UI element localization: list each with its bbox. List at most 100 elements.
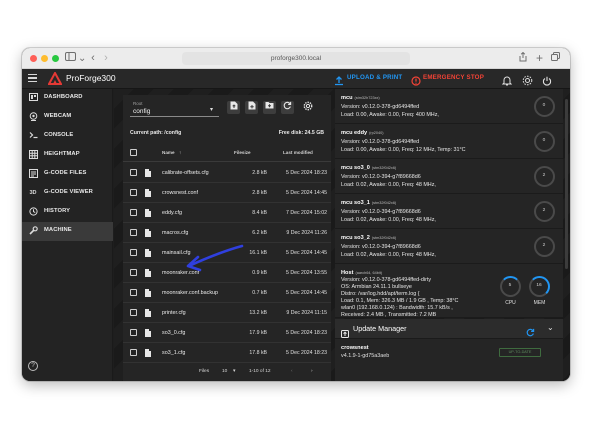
previous-page-icon[interactable]: ‹ bbox=[291, 369, 293, 374]
sidebar-item-webcam[interactable]: WEBCAM bbox=[22, 108, 113, 127]
update-item-name: crowsnest bbox=[341, 345, 369, 351]
menu-icon[interactable] bbox=[28, 74, 37, 83]
update-manager-title: Update Manager bbox=[353, 324, 407, 333]
select-all-checkbox[interactable] bbox=[130, 149, 137, 156]
minimize-window-button[interactable] bbox=[41, 55, 48, 62]
mcu-chip: (rp2040) bbox=[369, 131, 384, 135]
sort-asc-icon[interactable]: ↑ bbox=[179, 150, 181, 155]
files-per-page-select[interactable]: 10 bbox=[222, 369, 227, 374]
row-checkbox[interactable] bbox=[130, 249, 137, 256]
column-filesize[interactable]: Filesize bbox=[234, 150, 251, 155]
file-row[interactable]: printer.cfg 13.2 kB 9 Dec 2024 11:15 bbox=[123, 303, 331, 323]
column-name[interactable]: Name bbox=[162, 150, 175, 155]
chevron-down-icon[interactable]: ▾ bbox=[233, 369, 235, 374]
file-row[interactable]: macros.cfg 6.2 kB 9 Dec 2024 11:26 bbox=[123, 223, 331, 243]
row-checkbox[interactable] bbox=[130, 169, 137, 176]
mcu-load-value: 0 bbox=[542, 138, 546, 143]
folder-plus-icon bbox=[265, 102, 274, 109]
sidebar-toggle-icon[interactable] bbox=[64, 52, 76, 65]
scrollbar[interactable] bbox=[565, 99, 568, 269]
refresh-icon[interactable] bbox=[526, 324, 535, 342]
mcu-title: mcu (stm32h723xx) bbox=[341, 95, 380, 101]
file-row[interactable]: crowsnest.conf 2.8 kB 5 Dec 2024 14:45 bbox=[123, 183, 331, 203]
file-row[interactable]: eddy.cfg 8.4 kB 7 Dec 2024 15:02 bbox=[123, 203, 331, 223]
sidebar-item-dashboard[interactable]: DASHBOARD bbox=[22, 89, 113, 108]
file-icon bbox=[145, 189, 151, 197]
host-line: Load: 0.1, Mem: 326.3 MB / 1.9 GB , Temp… bbox=[341, 298, 459, 304]
row-checkbox[interactable] bbox=[130, 209, 137, 216]
console-icon bbox=[28, 131, 38, 141]
row-checkbox[interactable] bbox=[130, 309, 137, 316]
sidebar-item-console[interactable]: CONSOLE bbox=[22, 127, 113, 146]
file-row[interactable]: so3_1.cfg 17.8 kB 5 Dec 2024 18:23 bbox=[123, 343, 331, 363]
sidebar-item-gcode-files[interactable]: G-CODE FILES bbox=[22, 165, 113, 184]
sidebar-item-label: DASHBOARD bbox=[44, 94, 83, 100]
mcu-load-gauge: 2 bbox=[534, 201, 555, 222]
refresh-button[interactable] bbox=[281, 101, 294, 114]
mcu-load-gauge: 0 bbox=[534, 96, 555, 117]
file-row[interactable]: so3_0.cfg 17.9 kB 5 Dec 2024 18:23 bbox=[123, 323, 331, 343]
file-table-header: Name ↑ Filesize Last modified bbox=[123, 143, 331, 162]
row-checkbox[interactable] bbox=[130, 329, 137, 336]
emergency-stop-button[interactable]: EMERGENCY STOP bbox=[423, 74, 484, 81]
file-row[interactable]: moonraker.conf.backup 0.7 kB 5 Dec 2024 14… bbox=[123, 283, 331, 303]
root-select-label: Root bbox=[133, 101, 143, 106]
row-checkbox[interactable] bbox=[130, 289, 137, 296]
emergency-stop-icon[interactable] bbox=[411, 73, 422, 86]
root-select[interactable]: Root config ▾ bbox=[130, 100, 219, 117]
create-file-button[interactable] bbox=[245, 101, 258, 114]
sidebar-item-machine[interactable]: MACHINE bbox=[22, 222, 113, 241]
settings-button[interactable] bbox=[301, 101, 314, 114]
host-line: wlan0 (192.168.0.124) : Bandwidth: 15.7 … bbox=[341, 305, 453, 311]
row-checkbox[interactable] bbox=[130, 229, 137, 236]
zoom-window-button[interactable] bbox=[52, 55, 59, 62]
help-icon[interactable]: ? bbox=[28, 361, 38, 371]
host-line: Version: v0.12.0-378-gd6494ffed-dirty bbox=[341, 277, 432, 283]
chevron-down-icon[interactable]: ⌄ bbox=[78, 52, 86, 65]
file-icon bbox=[145, 349, 151, 357]
sidebar-item-gcode-viewer[interactable]: 3D G-CODE VIEWER bbox=[22, 184, 113, 203]
file-manager-panel: Root config ▾ Current path: /config Free… bbox=[123, 95, 331, 381]
webcam-icon bbox=[28, 112, 38, 122]
row-checkbox[interactable] bbox=[130, 269, 137, 276]
mcu-load: Load: 0.02, Awake: 0.00, Freq: 48 MHz, bbox=[341, 252, 436, 258]
bell-icon[interactable] bbox=[501, 73, 513, 86]
mcu-load: Load: 0.00, Awake: 0.00, Freq: 400 MHz, bbox=[341, 112, 439, 118]
row-checkbox[interactable] bbox=[130, 189, 137, 196]
upload-print-button[interactable]: UPLOAD & PRINT bbox=[347, 74, 402, 81]
free-disk: Free disk: 24.5 GB bbox=[278, 130, 324, 136]
sidebar-item-label: MACHINE bbox=[44, 227, 72, 233]
column-last-modified[interactable]: Last modified bbox=[283, 150, 313, 155]
file-size: 6.2 kB bbox=[252, 230, 267, 236]
file-row[interactable]: calibrate-offsets.cfg 2.8 kB 5 Dec 2024 18… bbox=[123, 163, 331, 183]
tab-overview-icon[interactable] bbox=[550, 52, 560, 65]
host-card: Host (aarch64, 64bit) Version: v0.12.0-37… bbox=[335, 264, 563, 318]
sidebar-item-heightmap[interactable]: HEIGHTMAP bbox=[22, 146, 113, 165]
sidebar-item-history[interactable]: HISTORY bbox=[22, 203, 113, 222]
address-bar[interactable]: proforge300.local bbox=[182, 52, 410, 65]
share-icon[interactable] bbox=[518, 51, 527, 65]
power-icon[interactable] bbox=[542, 73, 553, 86]
upload-file-button[interactable] bbox=[227, 101, 240, 114]
row-checkbox[interactable] bbox=[130, 349, 137, 356]
browser-window: ⌄ ‹ › proforge300.local + ProForge300 UP… bbox=[22, 48, 570, 381]
next-page-icon[interactable]: › bbox=[311, 369, 313, 374]
sidebar-item-label: CONSOLE bbox=[44, 132, 74, 138]
file-name: macros.cfg bbox=[162, 230, 189, 236]
back-icon[interactable]: ‹ bbox=[89, 52, 97, 65]
update-manager-header: Update Manager ⌄ bbox=[335, 319, 563, 339]
upload-icon[interactable] bbox=[334, 73, 345, 86]
sidebar-item-label: WEBCAM bbox=[44, 113, 72, 119]
settings-icon[interactable] bbox=[522, 73, 533, 86]
file-modified: 7 Dec 2024 15:02 bbox=[286, 210, 327, 216]
create-folder-button[interactable] bbox=[263, 101, 276, 114]
file-name: moonraker.conf.backup bbox=[162, 290, 219, 296]
file-modified: 5 Dec 2024 14:45 bbox=[286, 290, 327, 296]
host-line: Received: 2.4 MB , Transmitted: 7.2 MB bbox=[341, 312, 437, 318]
new-tab-icon[interactable]: + bbox=[535, 52, 544, 65]
mcu-title: mcu so3_0 (stm32f042x6) bbox=[341, 165, 396, 171]
forward-icon[interactable]: › bbox=[102, 52, 110, 65]
close-window-button[interactable] bbox=[30, 55, 37, 62]
files-per-page-label: Files bbox=[199, 369, 210, 374]
chevron-down-icon[interactable]: ⌄ bbox=[547, 323, 554, 332]
